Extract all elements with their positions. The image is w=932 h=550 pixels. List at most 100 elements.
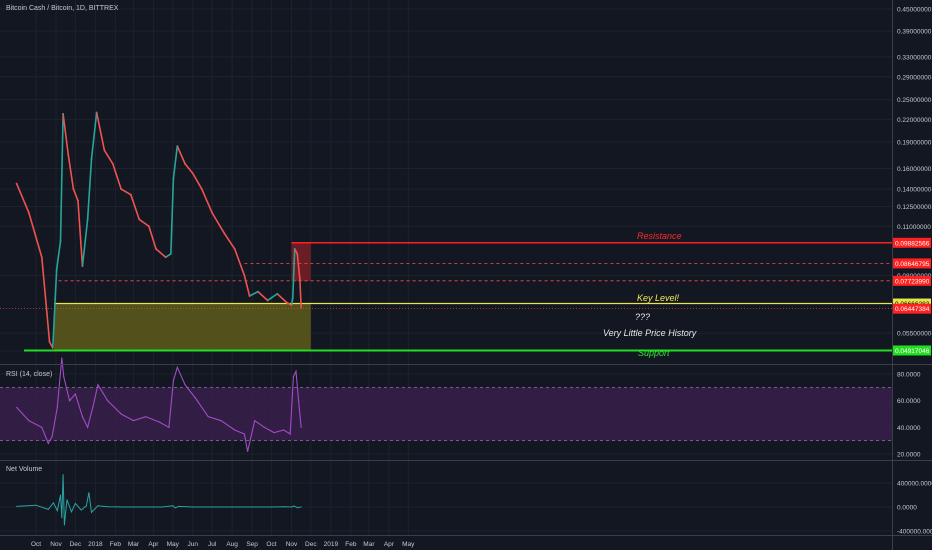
rsi-point-32 bbox=[283, 429, 285, 431]
rsi-point-36 bbox=[297, 400, 300, 402]
time-axis-label-1: Nov bbox=[50, 541, 62, 548]
volume-point-25 bbox=[211, 506, 213, 508]
time-axis-label-11: Sep bbox=[246, 541, 258, 548]
volume-point-22 bbox=[174, 507, 176, 509]
price-point-9 bbox=[72, 188, 75, 190]
price-point-39 bbox=[291, 297, 294, 300]
volume-point-6 bbox=[61, 517, 63, 519]
little-history-annotation: Very Little Price History bbox=[603, 328, 697, 338]
rsi-point-16 bbox=[132, 420, 135, 422]
time-axis-label-9: Jul bbox=[208, 541, 217, 548]
price-point-33 bbox=[248, 295, 251, 297]
price-point-22 bbox=[164, 256, 167, 259]
volume-point-17 bbox=[107, 506, 109, 508]
time-axis-label-6: Apr bbox=[148, 541, 159, 548]
volume-point-29 bbox=[283, 506, 285, 508]
volume-axis-label-2: -400000.0000 bbox=[897, 529, 932, 536]
price-point-43 bbox=[300, 306, 303, 309]
time-axis-label-18: Apr bbox=[384, 541, 395, 548]
price-point-4 bbox=[51, 346, 54, 349]
trading-chart[interactable]: 0.45000000 0.39000000 0.33000000 0.29000000… bbox=[0, 0, 932, 550]
volume-point-32 bbox=[296, 507, 298, 509]
price-point-40 bbox=[293, 247, 296, 250]
time-axis-label-13: Nov bbox=[286, 541, 298, 548]
price-point-27 bbox=[191, 172, 194, 175]
price-axis-label-9: 0.12500000 bbox=[897, 204, 932, 211]
rsi-point-9 bbox=[74, 393, 76, 395]
time-axis-label-4: Feb bbox=[110, 541, 122, 548]
volume-point-5 bbox=[60, 494, 62, 496]
rsi-point-30 bbox=[263, 426, 265, 428]
rsi-axis-label-3: 20.0000 bbox=[897, 452, 921, 459]
price-point-2 bbox=[40, 256, 43, 259]
volume-point-2 bbox=[47, 508, 49, 510]
price-point-12 bbox=[86, 218, 89, 221]
rsi-point-37 bbox=[300, 426, 302, 428]
time-axis-label-14: Dec bbox=[305, 541, 317, 548]
price-point-24 bbox=[172, 177, 175, 180]
rsi-axis-label-0: 80.0000 bbox=[897, 372, 921, 379]
question-annotation: ??? bbox=[635, 312, 651, 322]
rsi-point-33 bbox=[289, 433, 291, 435]
key-level-annotation: Key Level! bbox=[637, 293, 680, 303]
price-point-13 bbox=[90, 158, 93, 161]
volume-point-7 bbox=[62, 474, 64, 476]
price-point-21 bbox=[155, 247, 157, 250]
price-point-3 bbox=[48, 340, 51, 343]
volume-point-12 bbox=[80, 509, 82, 511]
price-point-0 bbox=[15, 182, 18, 185]
volume-point-20 bbox=[161, 506, 163, 508]
rsi-band-fill bbox=[0, 387, 892, 441]
price-point-20 bbox=[148, 225, 150, 228]
resistance-annotation: Resistance bbox=[637, 231, 682, 241]
rsi-point-24 bbox=[207, 416, 209, 418]
volume-point-27 bbox=[251, 506, 253, 508]
rsi-point-8 bbox=[68, 400, 71, 402]
volume-point-13 bbox=[85, 505, 87, 507]
volume-point-3 bbox=[52, 502, 54, 504]
symbol-title[interactable]: Bitcoin Cash / Bitcoin, 1D, BITTREX bbox=[6, 5, 118, 12]
rsi-point-13 bbox=[97, 384, 99, 386]
rsi-axis-label-1: 60.0000 bbox=[897, 398, 921, 405]
rsi-point-18 bbox=[158, 421, 160, 423]
time-axis-label-3: 2018 bbox=[88, 541, 103, 548]
volume-point-26 bbox=[231, 506, 233, 508]
volume-point-8 bbox=[63, 524, 65, 526]
time-axis-label-17: Mar bbox=[363, 541, 375, 548]
price-axis-label-8: 0.14000000 bbox=[897, 187, 932, 194]
rsi-point-0 bbox=[16, 406, 18, 408]
price-axis-label-4: 0.25000000 bbox=[897, 97, 932, 104]
volume-axis-label-1: 0.0000 bbox=[897, 505, 917, 512]
price-point-23 bbox=[169, 252, 172, 255]
price-axis-label-12: 0.05500000 bbox=[897, 331, 932, 338]
rsi-point-28 bbox=[247, 450, 249, 452]
time-axis-label-12: Oct bbox=[266, 541, 276, 548]
price-point-8 bbox=[67, 153, 70, 156]
rsi-point-14 bbox=[107, 400, 109, 402]
rsi-point-20 bbox=[172, 380, 175, 382]
price-axis-label-0: 0.45000000 bbox=[897, 7, 932, 14]
rsi-point-2 bbox=[41, 426, 43, 428]
time-axis-label-15: 2019 bbox=[324, 541, 339, 548]
volume-point-4 bbox=[56, 510, 58, 512]
price-point-10 bbox=[77, 199, 79, 202]
rsi-point-11 bbox=[87, 426, 89, 428]
price-point-15 bbox=[103, 149, 106, 152]
price-point-26 bbox=[184, 162, 186, 165]
history-zone bbox=[54, 303, 311, 351]
price-axis-label-1: 0.39000000 bbox=[897, 29, 932, 36]
volume-pane-title[interactable]: Net Volume bbox=[6, 466, 42, 473]
time-axis-label-10: Aug bbox=[226, 541, 238, 548]
rsi-pane-title[interactable]: RSI (14, close) bbox=[6, 371, 52, 378]
price-tag-text-1: 0.08646795 bbox=[895, 261, 930, 268]
volume-point-16 bbox=[97, 505, 99, 507]
volume-point-30 bbox=[290, 506, 292, 508]
price-point-41 bbox=[296, 252, 299, 255]
price-axis-label-2: 0.33000000 bbox=[897, 54, 932, 61]
price-point-7 bbox=[62, 112, 64, 115]
volume-point-11 bbox=[74, 502, 76, 504]
price-tag-text-0: 0.09882566 bbox=[895, 240, 930, 247]
rsi-point-10 bbox=[81, 416, 84, 418]
price-axis-label-5: 0.22000000 bbox=[897, 117, 932, 124]
price-point-36 bbox=[276, 292, 279, 295]
